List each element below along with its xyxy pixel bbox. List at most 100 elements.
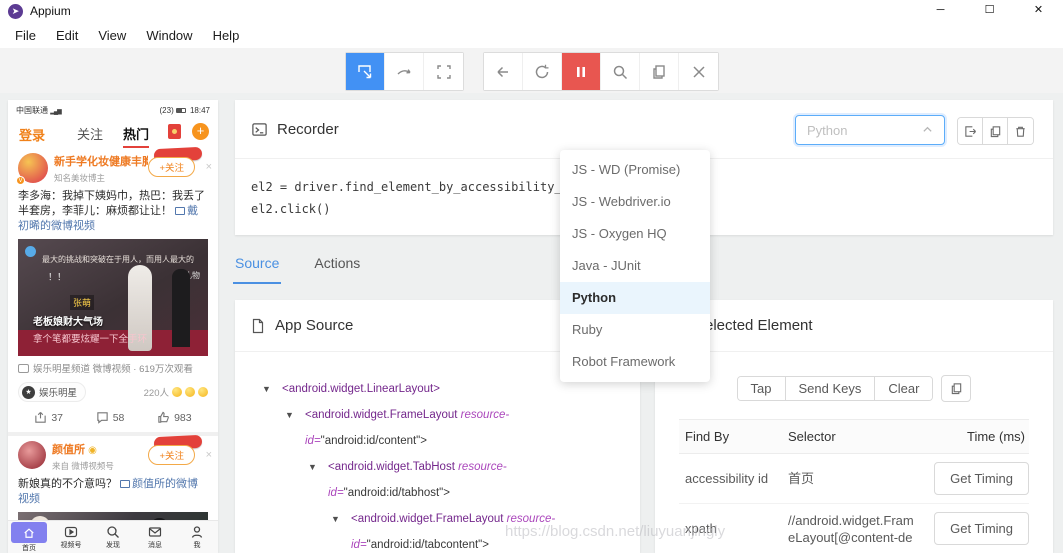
option-js-wd[interactable]: JS - WD (Promise): [560, 154, 710, 186]
table-row: accessibility id 首页 Get Timing: [679, 454, 1029, 504]
copy-code-button[interactable]: [983, 118, 1008, 144]
session-actions-group: [483, 52, 719, 91]
window-title: Appium: [30, 4, 71, 18]
video-thumbnail: 最大的挑战和突破在于用人，而用人最大的 ！！ 礼物 张萌 老板娘财大气场 拿个笔…: [18, 239, 208, 356]
source-actions-tabs: Source Actions: [233, 255, 362, 284]
nav-item-me[interactable]: 我: [176, 521, 218, 553]
tab-actions[interactable]: Actions: [312, 255, 362, 284]
laugh-emoji: [172, 387, 182, 397]
tap-by-coordinates-button[interactable]: [424, 53, 463, 90]
close-button[interactable]: ✕: [1014, 0, 1063, 22]
option-robot-framework[interactable]: Robot Framework: [560, 346, 710, 378]
trash-icon: [1016, 126, 1025, 137]
clock-label: 18:47: [189, 106, 210, 115]
video-channel-icon: [64, 526, 78, 537]
quit-session-button[interactable]: [679, 53, 718, 90]
menu-help[interactable]: Help: [203, 26, 250, 45]
feed-post-1: V 新手学化妆健康丰胸... ♛ 知名美妆博主 +关注 × 李多海：我掉下姨妈巾…: [8, 146, 218, 432]
option-js-webdriverio[interactable]: JS - Webdriver.io: [560, 186, 710, 218]
tap-button[interactable]: Tap: [737, 377, 786, 400]
video-caption-2: 拿个笔都要炫耀一下全手环: [33, 334, 148, 345]
video-overlay-text: 最大的挑战和突破在于用人，而用人最大的: [42, 255, 194, 264]
man-silhouette: [172, 269, 190, 347]
phone-status-bar: 中国联通 ▂▄▆ (23) 18:47: [8, 100, 218, 118]
nav-item-video[interactable]: 视频号: [50, 521, 92, 553]
collapse-caret-icon[interactable]: ▼: [285, 402, 294, 428]
phone-bottom-nav: 首页 视频号 发现 消息 我: [8, 520, 218, 553]
post-subtitle: 知名美妆博主: [54, 173, 106, 183]
language-select[interactable]: Python: [795, 115, 945, 145]
name-chip: 张萌: [70, 295, 95, 310]
show-boilerplate-button[interactable]: [958, 118, 983, 144]
option-ruby[interactable]: Ruby: [560, 314, 710, 346]
tree-node-framelayout-tabcontent[interactable]: ▼ <android.widget.FrameLayout resource-i…: [235, 506, 575, 553]
share-icon: [35, 411, 47, 423]
tree-node-linearlayout[interactable]: ▼ <android.widget.LinearLayout>: [235, 376, 575, 402]
video-caption-1: 老板娘财大气场: [33, 317, 103, 328]
export-icon: [964, 125, 976, 137]
col-time-ms: Time (ms): [966, 429, 1025, 444]
collapse-caret-icon[interactable]: ▼: [308, 454, 317, 480]
get-timing-button[interactable]: Get Timing: [934, 462, 1029, 495]
laugh-emoji: [185, 387, 195, 397]
laugh-emoji: [198, 387, 208, 397]
device-screenshot[interactable]: 中国联通 ▂▄▆ (23) 18:47 登录 关注 热门 + V 新手学化妆健康…: [8, 100, 218, 553]
clear-button[interactable]: Clear: [875, 377, 933, 400]
nav-item-home-selected[interactable]: 首页: [8, 521, 50, 553]
pause-icon: [577, 66, 585, 77]
option-java-junit[interactable]: Java - JUnit: [560, 250, 710, 282]
menu-view[interactable]: View: [88, 26, 136, 45]
maximize-button[interactable]: ☐: [965, 0, 1014, 22]
post-username: 新手学化妆健康丰胸...: [54, 156, 149, 168]
refresh-source-button[interactable]: [523, 53, 562, 90]
select-elements-button[interactable]: [346, 53, 385, 90]
send-keys-button[interactable]: Send Keys: [785, 377, 876, 400]
copy-attributes-button[interactable]: [941, 375, 972, 402]
nav-item-messages[interactable]: 消息: [134, 521, 176, 553]
search-for-element-button[interactable]: [601, 53, 640, 90]
nav-item-discover[interactable]: 发现: [92, 521, 134, 553]
terminal-icon: [252, 122, 267, 136]
swipe-arrow-icon: [397, 68, 411, 75]
search-icon: [613, 65, 628, 79]
collapse-caret-icon[interactable]: ▼: [262, 376, 271, 402]
chevron-up-icon: [922, 123, 933, 138]
clear-recording-button[interactable]: [1008, 118, 1033, 144]
recorder-title: Recorder: [277, 120, 339, 138]
overlay-marks: ！！: [48, 272, 67, 282]
option-js-oxygen[interactable]: JS - Oxygen HQ: [560, 218, 710, 250]
document-icon: [252, 318, 264, 333]
signal-icon: ▂▄▆: [50, 109, 62, 115]
language-dropdown-menu: JS - WD (Promise) JS - Webdriver.io JS -…: [560, 150, 710, 382]
video-icon: [120, 480, 131, 488]
carrier-label: 中国联通: [16, 106, 48, 115]
swipe-by-coordinates-button[interactable]: [385, 53, 424, 90]
like-icon: [158, 411, 169, 423]
tree-node-framelayout-content[interactable]: ▼ <android.widget.FrameLayout resource-i…: [235, 402, 575, 454]
tap-region-icon: [436, 64, 451, 79]
pause-recording-button[interactable]: [562, 53, 601, 90]
element-actions: Tap Send Keys Clear: [655, 375, 1053, 402]
verified-badge: V: [16, 176, 25, 185]
tab-follow: 关注: [76, 127, 103, 142]
back-button[interactable]: [484, 53, 523, 90]
get-timing-button[interactable]: Get Timing: [934, 512, 1029, 545]
collapse-caret-icon[interactable]: ▼: [331, 506, 340, 532]
channel-pill: ★ 娱乐明星: [18, 382, 87, 402]
tree-node-tabhost[interactable]: ▼ <android.widget.TabHost resource-id="a…: [235, 454, 575, 506]
copy-icon: [951, 383, 962, 395]
col-selector: Selector: [788, 429, 836, 444]
menu-file[interactable]: File: [5, 26, 46, 45]
table-row: xpath //android.widget.FrameLayout[@cont…: [679, 504, 1029, 553]
phone-app-header: 登录 关注 热门 +: [8, 118, 218, 148]
menu-edit[interactable]: Edit: [46, 26, 88, 45]
channel-logo-icon: [25, 246, 36, 257]
minimize-button[interactable]: ─: [916, 0, 965, 22]
option-python-selected[interactable]: Python: [560, 282, 710, 314]
close-x-icon: [692, 65, 705, 78]
tab-source[interactable]: Source: [233, 255, 282, 284]
copy-xml-source-button[interactable]: [640, 53, 679, 90]
comment-action: 58: [96, 411, 124, 424]
menu-window[interactable]: Window: [136, 26, 202, 45]
mail-icon: [148, 526, 162, 537]
